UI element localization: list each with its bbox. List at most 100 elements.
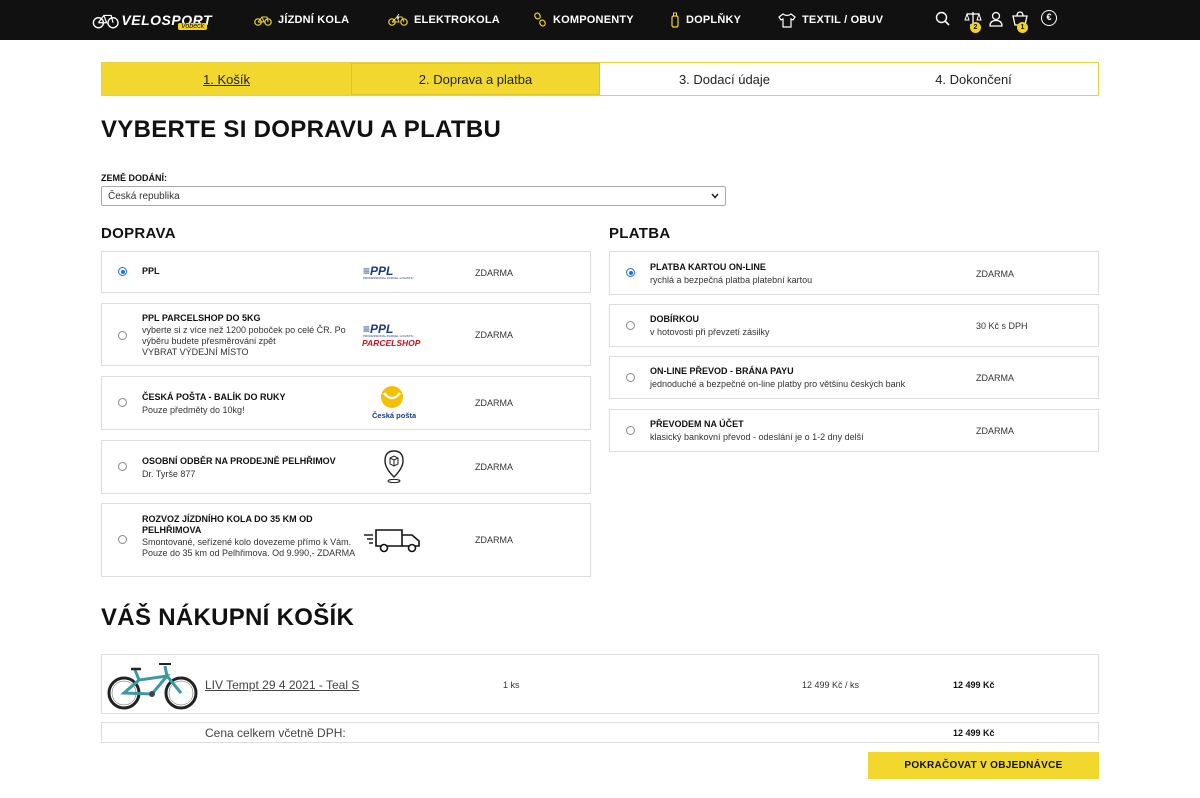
map-pin-icon — [384, 450, 404, 484]
ceska-posta-logo: Česká pošta — [372, 386, 416, 420]
option-desc: vyberte si z více než 1200 poboček po ce… — [142, 325, 346, 346]
shipping-heading: DOPRAVA — [101, 225, 176, 242]
nav-komponenty[interactable]: KOMPONENTY — [533, 0, 634, 40]
ebike-icon — [388, 14, 408, 26]
shipping-option-ppl[interactable]: PPL ≡PPL PROFESSIONAL PARCEL LOGISTIC ZD… — [101, 251, 591, 293]
checkout-steps: 1. Košík 2. Doprava a platba 3. Dodací ú… — [101, 62, 1099, 96]
search-icon[interactable] — [934, 10, 952, 28]
step-shipping-payment: 2. Doprava a platba — [351, 63, 600, 95]
step-delivery-details: 3. Dodací údaje — [600, 63, 849, 95]
cart-item-row: LIV Tempt 29 4 2021 - Teal S 1 ks 12 499… — [101, 654, 1099, 714]
option-price: 30 Kč s DPH — [976, 321, 1028, 331]
option-name: OSOBNÍ ODBĚR NA PRODEJNĚ PELHŘIMOV — [142, 456, 336, 466]
product-bike-image — [107, 663, 198, 710]
option-desc: Pouze předměty do 10kg! — [142, 405, 245, 415]
svg-text:PROFESSIONAL PARCEL LOGISTIC: PROFESSIONAL PARCEL LOGISTIC — [363, 276, 414, 280]
step-label: 2. Doprava a platba — [418, 71, 533, 87]
payment-option-card[interactable]: PLATBA KARTOU ON-LINE rychlá a bezpečná … — [609, 251, 1099, 295]
choose-pickup-link[interactable]: VYBRAT VÝDEJNÍ MÍSTO — [142, 347, 249, 358]
chevron-down-icon — [711, 193, 719, 199]
option-price: ZDARMA — [976, 426, 1014, 436]
ppl-logo: ≡PPL PROFESSIONAL PARCEL LOGISTIC — [363, 264, 414, 280]
payment-radio[interactable] — [626, 321, 635, 330]
cart-item-name-link[interactable]: LIV Tempt 29 4 2021 - Teal S — [205, 678, 359, 692]
step-label: 1. Košík — [203, 71, 250, 87]
country-select[interactable]: Česká republika — [101, 186, 726, 206]
shipping-radio[interactable] — [118, 267, 127, 276]
nav-jizdni-kola[interactable]: JÍZDNÍ KOLA — [254, 0, 349, 40]
bike-icon — [254, 16, 272, 26]
cart-total-label: Cena celkem včetně DPH: — [205, 726, 346, 740]
option-name: ČESKÁ POŠTA - BALÍK DO RUKY — [142, 392, 286, 402]
option-name: PPL — [142, 266, 160, 276]
option-price: ZDARMA — [475, 330, 513, 340]
payment-radio[interactable] — [626, 268, 635, 277]
compare-badge: 2 — [970, 22, 981, 33]
shipping-option-ceska-posta[interactable]: ČESKÁ POŠTA - BALÍK DO RUKY Pouze předmě… — [101, 376, 591, 430]
nav-label: DOPLŇKY — [686, 14, 742, 26]
nav-doplnky[interactable]: DOPLŇKY — [670, 0, 741, 40]
cart-item-unit-price: 12 499 Kč / ks — [802, 680, 860, 690]
currency-icon[interactable]: € — [1041, 10, 1057, 26]
cart-total-row: Cena celkem včetně DPH: 12 499 Kč — [101, 722, 1099, 743]
cart-item-qty: 1 ks — [503, 680, 520, 690]
logo-subtext: Vobeck — [178, 23, 208, 30]
shipping-option-ppl-parcelshop[interactable]: PPL PARCELSHOP DO 5KG vyberte si z více … — [101, 303, 591, 366]
option-name: PŘEVODEM NA ÚČET — [650, 419, 744, 429]
nav-elektrokola[interactable]: ELEKTROKOLA — [388, 0, 500, 40]
country-label: ZEMĚ DODÁNÍ: — [101, 173, 167, 183]
nav-label: KOMPONENTY — [553, 14, 634, 26]
option-desc: jednoduché a bezpečné on-line platby pro… — [650, 379, 906, 389]
option-price: ZDARMA — [976, 373, 1014, 383]
payment-option-payu[interactable]: ON-LINE PŘEVOD - BRÁNA PAYU jednoduché a… — [609, 356, 1099, 399]
shipping-radio[interactable] — [118, 535, 127, 544]
payment-radio[interactable] — [626, 373, 635, 382]
shipping-radio[interactable] — [118, 462, 127, 471]
shipping-radio[interactable] — [118, 331, 127, 340]
continue-order-button[interactable]: POKRAČOVAT V OBJEDNÁVCE — [868, 752, 1099, 779]
shipping-radio[interactable] — [118, 398, 127, 407]
cart-heading: VÁŠ NÁKUPNÍ KOŠÍK — [101, 604, 355, 631]
option-name: ROZVOZ JÍZDNÍHO KOLA DO 35 KM OD PELHŘIM… — [142, 514, 313, 535]
step-label: 3. Dodací údaje — [678, 71, 771, 87]
country-selected: Česká republika — [108, 190, 180, 202]
ppl-parcelshop-logo: ≡PPL PROFESSIONAL PARCEL LOGISTIC PARCEL… — [362, 322, 421, 348]
shipping-option-rozvoz-kola[interactable]: ROZVOZ JÍZDNÍHO KOLA DO 35 KM OD PELHŘIM… — [101, 503, 591, 577]
bottle-icon — [671, 12, 679, 28]
chain-icon — [534, 12, 546, 27]
payment-heading: PLATBA — [609, 225, 671, 242]
top-navbar: VELOSPORT Vobeck JÍZDNÍ KOLA ELEKTROKOLA… — [0, 0, 1200, 40]
bike-logo-icon — [92, 14, 119, 29]
cart-badge: 1 — [1017, 22, 1028, 33]
option-desc: klasický bankovní převod - odeslání je o… — [650, 432, 864, 442]
nav-label: JÍZDNÍ KOLA — [278, 14, 350, 26]
option-price: ZDARMA — [976, 269, 1014, 279]
option-desc: Dr. Tyrše 877 — [142, 469, 196, 479]
option-name: PLATBA KARTOU ON-LINE — [650, 262, 766, 272]
payment-option-dobirka[interactable]: DOBÍRKOU v hotovosti při převzetí zásilk… — [609, 304, 1099, 347]
option-price: ZDARMA — [475, 398, 513, 408]
step-cart[interactable]: 1. Košík — [102, 63, 351, 95]
cart-item-total: 12 499 Kč — [953, 680, 995, 690]
payment-radio[interactable] — [626, 426, 635, 435]
option-name: ON-LINE PŘEVOD - BRÁNA PAYU — [650, 366, 794, 376]
shirt-icon — [778, 13, 796, 28]
option-name: PPL PARCELSHOP DO 5KG — [142, 313, 261, 323]
delivery-truck-icon — [364, 529, 420, 553]
option-name: DOBÍRKOU — [650, 314, 699, 324]
user-icon[interactable] — [987, 10, 1005, 28]
option-price: ZDARMA — [475, 268, 513, 278]
step-finish: 4. Dokončení — [849, 63, 1098, 95]
svg-text:Česká pošta: Česká pošta — [372, 411, 416, 420]
nav-label: ELEKTROKOLA — [414, 14, 500, 26]
option-desc: Smontované, seřízené kolo dovezeme přímo… — [142, 537, 356, 558]
cart-total-value: 12 499 Kč — [953, 728, 995, 738]
payment-option-prevod[interactable]: PŘEVODEM NA ÚČET klasický bankovní převo… — [609, 409, 1099, 452]
nav-textil-obuv[interactable]: TEXTIL / OBUV — [778, 0, 883, 40]
option-price: ZDARMA — [475, 535, 513, 545]
shipping-option-osobni-odber[interactable]: OSOBNÍ ODBĚR NA PRODEJNĚ PELHŘIMOV Dr. T… — [101, 440, 591, 494]
svg-text:PARCELSHOP: PARCELSHOP — [362, 338, 421, 348]
option-desc: v hotovosti při převzetí zásilky — [650, 327, 770, 337]
option-price: ZDARMA — [475, 462, 513, 472]
velosport-logo[interactable]: VELOSPORT Vobeck — [92, 8, 212, 32]
